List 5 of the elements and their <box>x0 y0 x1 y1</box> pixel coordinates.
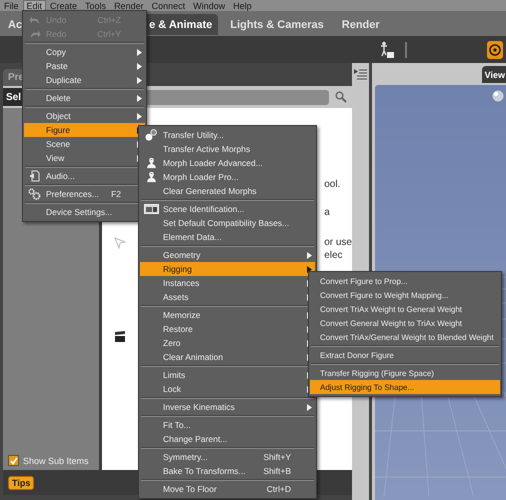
help-text: a <box>324 207 330 218</box>
checkbox-label: Show Sub Items <box>23 456 89 466</box>
help-text: elec <box>324 250 343 261</box>
help-text: ool. <box>324 179 340 190</box>
help-text: or use <box>324 237 352 248</box>
